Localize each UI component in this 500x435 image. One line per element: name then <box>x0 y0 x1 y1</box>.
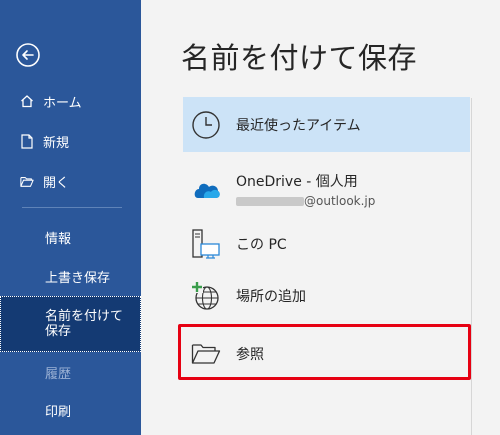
onedrive-account-domain: @outlook.jp <box>304 193 376 208</box>
location-this-pc[interactable]: この PC <box>183 216 470 271</box>
nav-item-info[interactable]: 情報 <box>0 220 141 254</box>
location-label-onedrive: OneDrive - 個人用 <box>236 173 358 190</box>
location-label-add-place: 場所の追加 <box>236 288 306 305</box>
nav-label-home: ホーム <box>43 95 82 111</box>
location-add-place[interactable]: 場所の追加 <box>183 268 470 323</box>
backstage-sidebar: ホーム 新規 開く 情報 上書き保存 名前を付けて保存 履歴 印刷 <box>0 0 141 435</box>
redacted-email-user <box>236 196 304 206</box>
clock-icon <box>189 108 223 142</box>
new-document-icon <box>20 133 34 149</box>
nav-item-save[interactable]: 上書き保存 <box>0 259 141 293</box>
location-onedrive[interactable]: OneDrive - 個人用 @outlook.jp <box>183 160 470 218</box>
nav-label-save: 上書き保存 <box>45 270 111 286</box>
nav-label-open: 開く <box>43 175 70 191</box>
nav-item-home[interactable]: ホーム <box>0 84 141 118</box>
onedrive-account: @outlook.jp <box>236 194 375 208</box>
nav-divider <box>22 207 122 208</box>
location-label-this-pc: この PC <box>236 236 287 253</box>
open-folder-icon <box>20 173 34 189</box>
nav-label-print: 印刷 <box>45 404 72 420</box>
back-button[interactable] <box>15 42 41 68</box>
location-recent[interactable]: 最近使ったアイテム <box>183 97 470 152</box>
nav-label-info: 情報 <box>45 231 72 247</box>
nav-item-print[interactable]: 印刷 <box>0 393 141 427</box>
nav-item-open[interactable]: 開く <box>0 164 141 198</box>
globe-add-icon <box>189 279 223 313</box>
nav-item-history: 履歴 <box>0 355 141 389</box>
location-label-recent: 最近使ったアイテム <box>236 117 361 134</box>
onedrive-cloud-icon <box>189 172 223 206</box>
panel-divider <box>471 98 472 435</box>
nav-item-new[interactable]: 新規 <box>0 124 141 158</box>
computer-icon <box>189 227 223 261</box>
browse-highlight-box <box>178 324 471 380</box>
nav-label-history: 履歴 <box>45 366 72 382</box>
home-icon <box>20 93 34 109</box>
nav-label-save-as: 名前を付けて保存 <box>45 309 124 339</box>
nav-item-save-as[interactable]: 名前を付けて保存 <box>0 296 141 352</box>
back-arrow-icon <box>16 43 40 67</box>
page-title: 名前を付けて保存 <box>181 41 418 75</box>
nav-label-new: 新規 <box>43 135 70 151</box>
